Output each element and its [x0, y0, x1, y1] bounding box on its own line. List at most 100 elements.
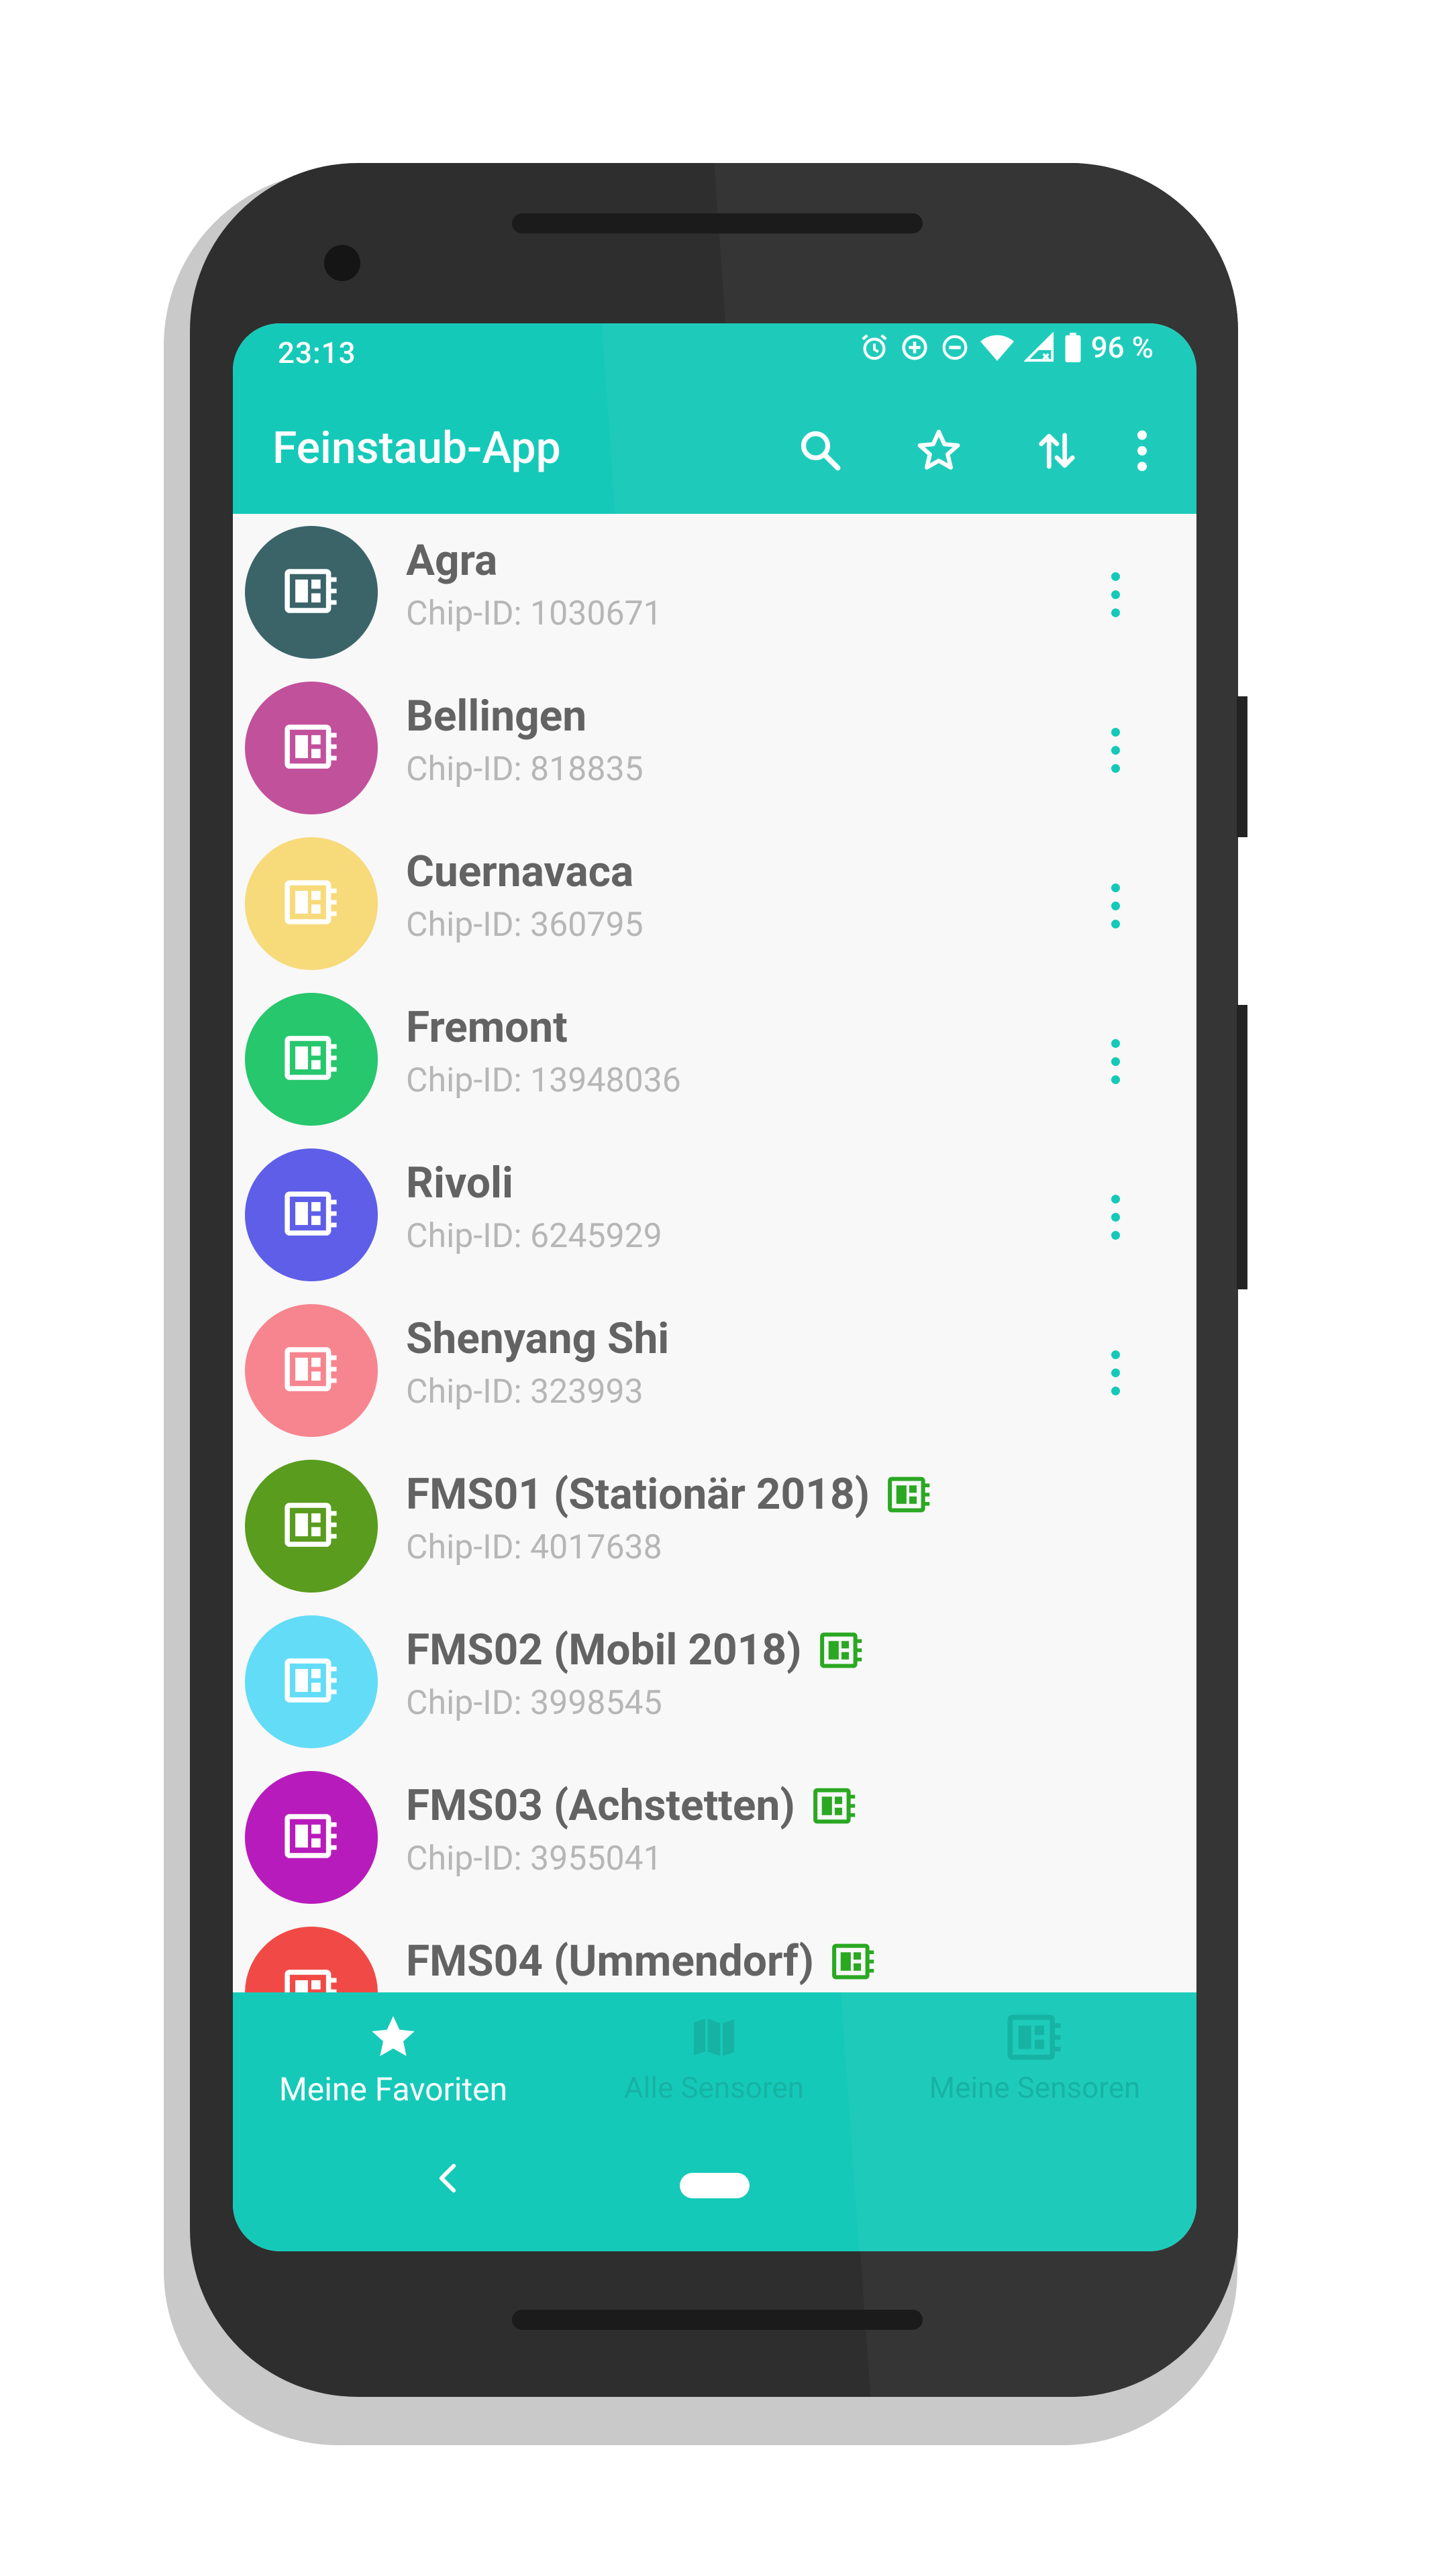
- bottom-navigation: Meine Favoriten Alle Sensoren Meine Sens…: [233, 1992, 1196, 2251]
- search-icon: [801, 431, 841, 471]
- sensor-name-text: Rivoli: [406, 1158, 513, 1208]
- chip-id: Chip-ID: 3998545: [406, 1684, 662, 1723]
- list-item[interactable]: Rivoli Chip-ID: 6245929: [233, 1136, 1196, 1292]
- sensor-avatar: [245, 993, 378, 1126]
- overflow-menu-button[interactable]: [1116, 417, 1168, 484]
- list-item[interactable]: Fremont Chip-ID: 13948036: [233, 981, 1196, 1136]
- sensor-avatar: [245, 1148, 378, 1281]
- sensor-avatar: [245, 837, 378, 970]
- sensor-icon: [284, 723, 339, 773]
- sensor-avatar: [245, 1460, 378, 1593]
- more-vert-icon: [1137, 430, 1147, 472]
- front-camera: [324, 245, 360, 281]
- chip-id: Chip-ID: 323993: [406, 1373, 644, 1411]
- sort-button[interactable]: [998, 417, 1116, 484]
- sensor-name-text: Cuernavaca: [406, 847, 634, 897]
- battery-percent: 96 %: [1090, 330, 1154, 365]
- sensor-avatar: [245, 1304, 378, 1437]
- app-title: Feinstaub-App: [272, 423, 561, 474]
- sensor-icon: [284, 1190, 339, 1240]
- chip-id: Chip-ID: 13948036: [406, 1061, 681, 1100]
- sensor-name: FMS03 (Achstetten): [406, 1780, 857, 1831]
- data-saver-icon: [899, 332, 930, 363]
- sensor-icon: [284, 1968, 339, 1992]
- list-item[interactable]: FMS04 (Ummendorf): [233, 1915, 1196, 1992]
- sensor-name-text: FMS03 (Achstetten): [406, 1780, 795, 1831]
- bottom-speaker: [512, 2310, 923, 2330]
- screen: 23:13 96 % Feinstaub-App Agra Chip-ID: 1…: [233, 323, 1196, 2251]
- nav-tab-label: Alle Sensoren: [623, 2070, 805, 2105]
- do-not-disturb-icon: [939, 332, 970, 363]
- more-vert-icon[interactable]: [1088, 561, 1142, 628]
- list-item[interactable]: Shenyang Shi Chip-ID: 323993: [233, 1292, 1196, 1448]
- sensor-icon: [284, 1813, 339, 1862]
- sensor-avatar: [245, 526, 378, 659]
- system-back-button[interactable]: [427, 2155, 468, 2202]
- sensor-name-text: Fremont: [406, 1002, 568, 1053]
- back-chevron-icon: [439, 2163, 456, 2193]
- list-item[interactable]: Cuernavaca Chip-ID: 360795: [233, 825, 1196, 981]
- star-icon: [372, 2016, 415, 2056]
- power-button: [1237, 696, 1247, 837]
- status-icons: 96 %: [859, 330, 1154, 365]
- system-home-button[interactable]: [680, 2173, 750, 2198]
- map-icon: [693, 2018, 735, 2057]
- cell-signal-icon: [1023, 332, 1055, 363]
- nav-tab-all-sensors[interactable]: Alle Sensoren: [554, 1992, 874, 2113]
- more-vert-icon[interactable]: [1088, 1183, 1142, 1250]
- sensor-name-text: Bellingen: [406, 691, 587, 741]
- chip-id: Chip-ID: 1030671: [406, 594, 662, 633]
- sensor-icon: [284, 1346, 339, 1395]
- sensor-name: FMS01 (Stationär 2018): [406, 1469, 931, 1519]
- sensor-icon: [284, 1501, 339, 1551]
- list-item[interactable]: FMS01 (Stationär 2018) Chip-ID: 4017638: [233, 1448, 1196, 1603]
- sensor-name: FMS04 (Ummendorf): [406, 1936, 876, 1986]
- status-time: 23:13: [278, 335, 356, 370]
- list-item[interactable]: Agra Chip-ID: 1030671: [233, 514, 1196, 669]
- nav-tab-my-sensors[interactable]: Meine Sensoren: [874, 1992, 1195, 2113]
- sensor-name: Shenyang Shi: [406, 1313, 669, 1364]
- nav-tab-favorites[interactable]: Meine Favoriten: [233, 1992, 554, 2113]
- own-sensor-badge-icon: [831, 1943, 876, 1980]
- sensor-name-text: Agra: [406, 535, 498, 586]
- chip-id: Chip-ID: 3955041: [406, 1839, 662, 1878]
- own-sensor-badge-icon: [813, 1787, 857, 1825]
- battery-icon: [1064, 332, 1082, 363]
- sensor-avatar: [245, 1771, 378, 1904]
- sensor-name-text: FMS04 (Ummendorf): [406, 1936, 814, 1986]
- sensor-icon: [284, 879, 339, 928]
- sensor-avatar: [245, 682, 378, 814]
- list-item[interactable]: FMS03 (Achstetten) Chip-ID: 3955041: [233, 1759, 1196, 1915]
- sensor-name: Rivoli: [406, 1158, 513, 1208]
- list-item[interactable]: FMS02 (Mobil 2018) Chip-ID: 3998545: [233, 1603, 1196, 1759]
- sensor-name-text: FMS01 (Stationär 2018): [406, 1469, 870, 1519]
- more-vert-icon[interactable]: [1088, 1028, 1142, 1095]
- nav-tab-label: Meine Favoriten: [278, 2070, 508, 2108]
- sensor-name: Bellingen: [406, 691, 586, 741]
- sensor-name: Cuernavaca: [406, 847, 633, 897]
- chip-id: Chip-ID: 360795: [406, 906, 644, 945]
- favorites-list: Agra Chip-ID: 1030671 Bellingen Chip-ID: 81…: [233, 514, 1196, 1992]
- sensor-name-text: FMS02 (Mobil 2018): [406, 1625, 802, 1675]
- sensor-icon: [284, 1657, 339, 1707]
- own-sensor-badge-icon: [819, 1631, 864, 1669]
- sensor-name-text: Shenyang Shi: [406, 1313, 670, 1364]
- favorite-button[interactable]: [880, 417, 998, 484]
- sensor-avatar: [245, 1615, 378, 1748]
- own-sensor-badge-icon: [887, 1476, 931, 1513]
- more-vert-icon[interactable]: [1088, 716, 1142, 784]
- more-vert-icon[interactable]: [1088, 1339, 1142, 1406]
- chip-id: Chip-ID: 818835: [406, 750, 644, 789]
- toolbar-actions: [762, 417, 1168, 484]
- alarm-icon: [859, 332, 890, 363]
- sensor-name: FMS02 (Mobil 2018): [406, 1625, 864, 1675]
- sensor-name: Agra: [406, 535, 497, 586]
- list-item[interactable]: Bellingen Chip-ID: 818835: [233, 669, 1196, 825]
- search-button[interactable]: [762, 417, 880, 484]
- volume-button: [1237, 1005, 1247, 1289]
- star-outline-icon: [917, 429, 960, 470]
- more-vert-icon[interactable]: [1088, 872, 1142, 939]
- nav-tab-label: Meine Sensoren: [929, 2070, 1141, 2105]
- chip-id: Chip-ID: 6245929: [406, 1217, 662, 1256]
- sensor-icon: [1007, 2015, 1061, 2060]
